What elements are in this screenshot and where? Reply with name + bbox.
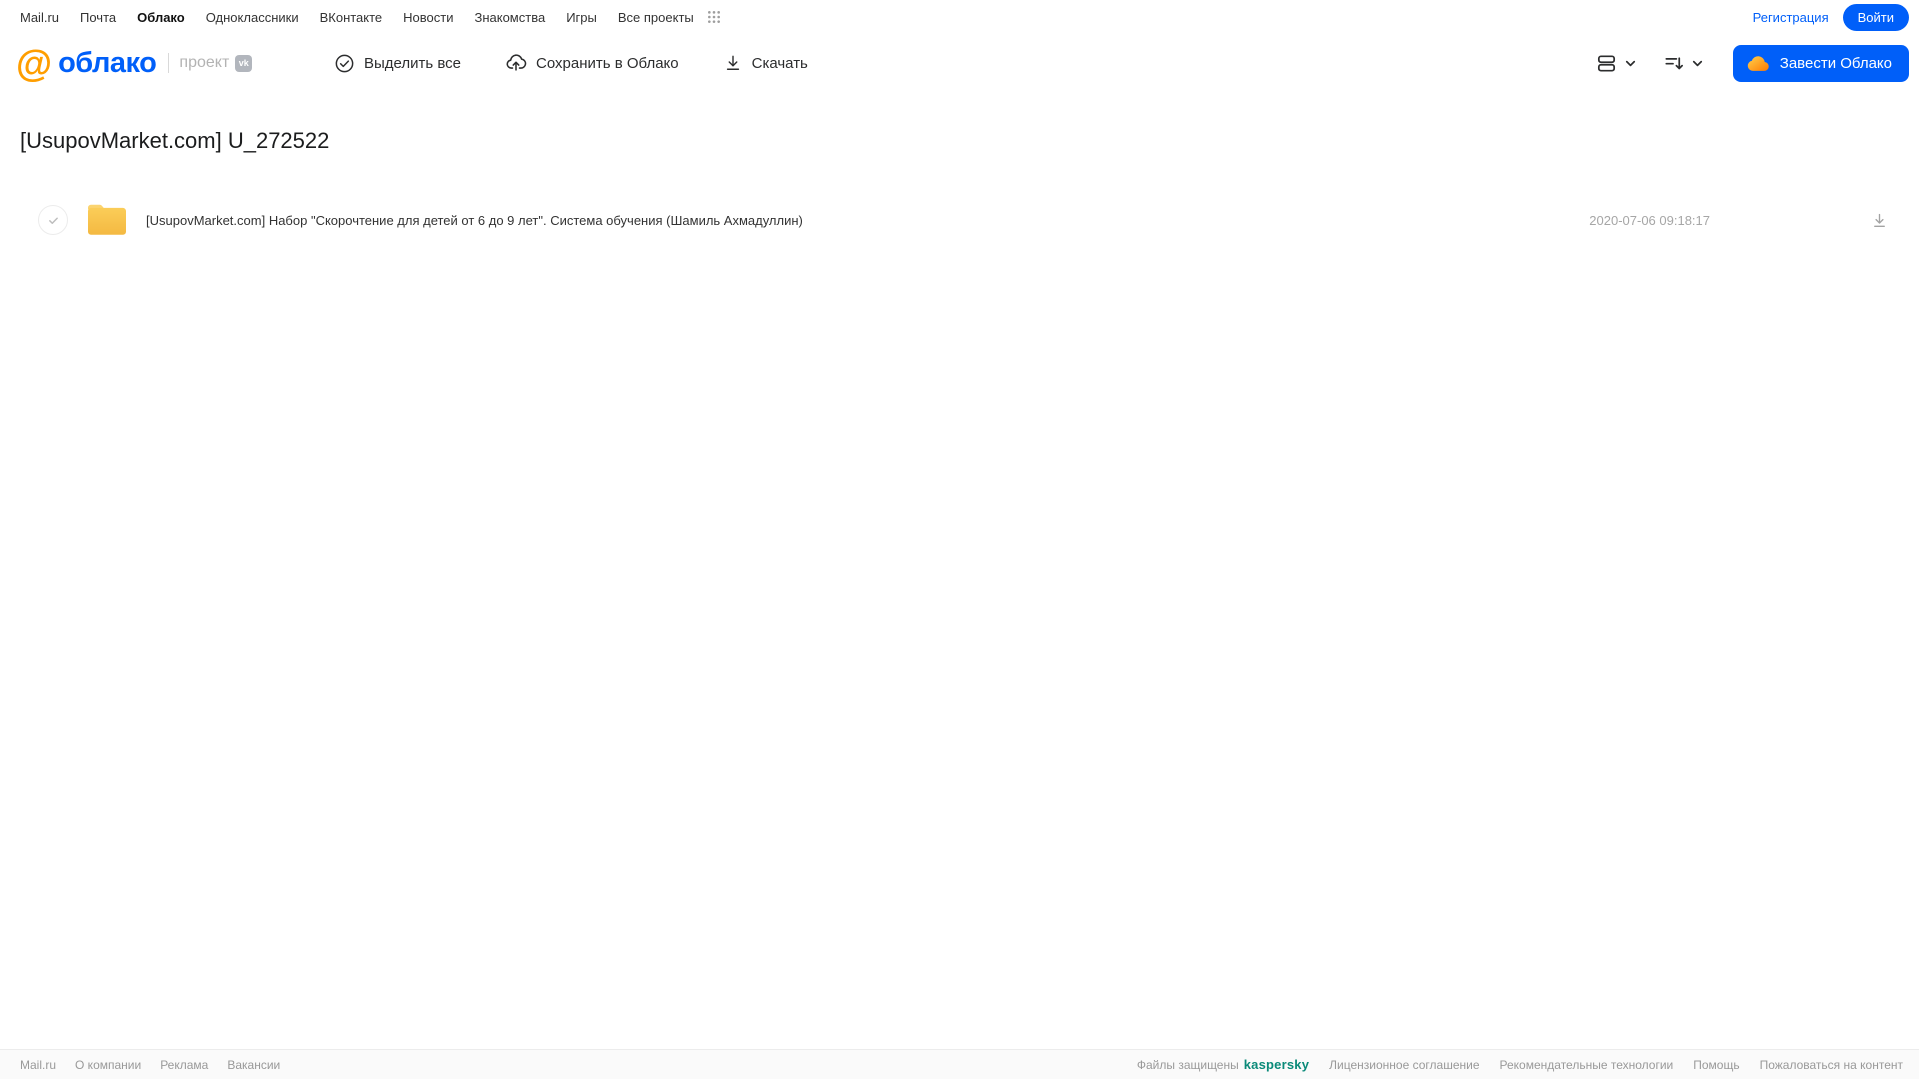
footer-link-jobs[interactable]: Вакансии [227,1058,280,1072]
cloud-logo-text: облако [58,46,157,79]
save-to-cloud-button[interactable]: Сохранить в Облако [505,52,679,74]
cloud-mail-shared-folder-page: Mail.ru Почта Облако Одноклассники ВКонт… [0,0,1919,1079]
footer-link-recommendation-tech[interactable]: Рекомендательные технологии [1500,1058,1674,1072]
footer-left-links: Mail.ru О компании Реклама Вакансии [20,1058,280,1072]
select-all-button[interactable]: Выделить все [334,53,461,74]
page-footer: Mail.ru О компании Реклама Вакансии Файл… [0,1049,1919,1079]
topnav-link-mailru[interactable]: Mail.ru [20,10,59,25]
file-date: 2020-07-06 09:18:17 [1589,212,1710,228]
cloud-header: @ облако проект vk Выделить все Сохранит… [0,34,1919,92]
kaspersky-logo[interactable]: kaspersky [1244,1057,1309,1072]
topnav-link-news[interactable]: Новости [403,10,453,25]
download-icon [723,53,743,73]
save-to-cloud-label: Сохранить в Облако [536,54,679,72]
chevron-down-icon [1623,56,1638,71]
top-portal-nav: Mail.ru Почта Облако Одноклассники ВКонт… [0,0,1919,34]
apps-grid-icon[interactable] [707,10,721,24]
file-name[interactable]: [UsupovMarket.com] Набор "Скорочтение дл… [146,213,803,228]
logo-project-label: проект [179,54,230,71]
view-list-icon [1595,52,1618,75]
page-title: [UsupovMarket.com] U_272522 [20,128,330,153]
topnav-link-vkontakte[interactable]: ВКонтакте [320,10,383,25]
chevron-down-icon [1690,56,1705,71]
sort-button[interactable] [1658,48,1709,79]
logo-divider [168,53,170,73]
mailru-at-icon: @ [16,42,53,84]
file-row[interactable]: [UsupovMarket.com] Набор "Скорочтение дл… [0,194,1919,246]
download-label: Скачать [751,54,808,72]
footer-link-ads[interactable]: Реклама [160,1058,208,1072]
get-cloud-button[interactable]: Завести Облако [1732,44,1909,82]
cloud-logo[interactable]: @ облако проект vk [16,45,288,82]
topnav-link-all-projects[interactable]: Все проекты [618,10,694,25]
footer-link-report-content[interactable]: Пожаловаться на контент [1760,1058,1903,1072]
topnav-link-odnoklassniki[interactable]: Одноклассники [206,10,299,25]
footer-link-about[interactable]: О компании [75,1058,141,1072]
portal-links: Mail.ru Почта Облако Одноклассники ВКонт… [20,10,721,25]
cloud-icon [1746,55,1771,72]
footer-link-help[interactable]: Помощь [1693,1058,1739,1072]
check-circle-icon [334,53,355,74]
auth-area: Регистрация Войти [1753,3,1909,31]
topnav-link-cloud[interactable]: Облако [137,10,185,25]
folder-icon [84,201,130,239]
vk-badge-icon: vk [235,54,253,72]
topnav-link-games[interactable]: Игры [566,10,597,25]
kaspersky-protection: Файлы защищены kaspersky [1137,1057,1309,1072]
footer-link-mailru[interactable]: Mail.ru [20,1058,56,1072]
registration-link[interactable]: Регистрация [1753,10,1829,25]
file-list-area: [UsupovMarket.com] U_272522 [UsupovMarke… [0,128,1919,246]
footer-right-links: Файлы защищены kaspersky Лицензионное со… [1137,1057,1903,1072]
topnav-link-dating[interactable]: Знакомства [474,10,545,25]
row-download-icon[interactable] [1870,211,1889,230]
row-select-checkbox[interactable] [38,205,68,235]
cloud-upload-icon [505,52,527,74]
file-toolbar: Выделить все Сохранить в Облако Скачать [334,52,808,74]
download-button[interactable]: Скачать [723,53,808,73]
footer-link-license[interactable]: Лицензионное соглашение [1329,1058,1479,1072]
topnav-link-mail[interactable]: Почта [80,10,116,25]
protected-label: Файлы защищены [1136,1057,1239,1072]
view-mode-button[interactable] [1591,48,1642,79]
sort-icon [1662,52,1685,75]
select-all-label: Выделить все [364,54,462,72]
get-cloud-label: Завести Облако [1779,54,1892,72]
login-button[interactable]: Войти [1842,3,1909,31]
header-actions: Завести Облако [1591,44,1909,82]
